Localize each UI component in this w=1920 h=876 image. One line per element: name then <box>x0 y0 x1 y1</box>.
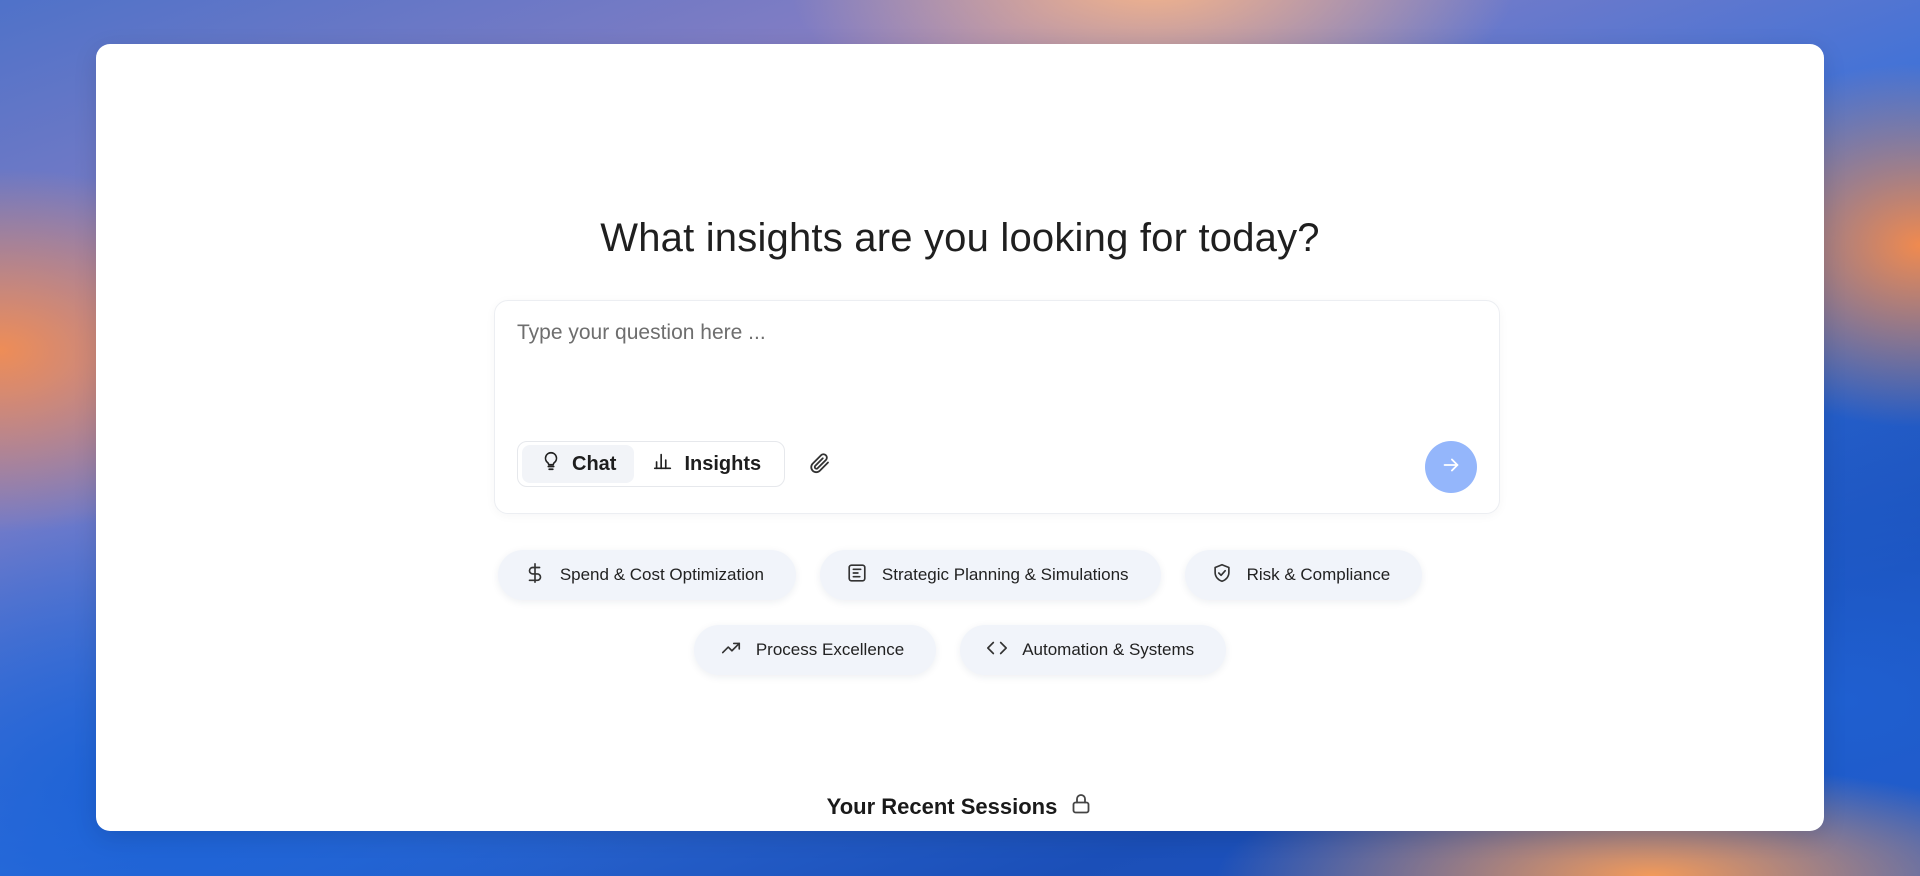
suggestion-row-2: Process Excellence Automation & Systems <box>96 625 1824 675</box>
dollar-icon <box>524 562 546 589</box>
lightbulb-icon <box>540 450 562 478</box>
page-title: What insights are you looking for today? <box>600 216 1320 260</box>
suggestion-label: Risk & Compliance <box>1246 565 1391 584</box>
shield-check-icon <box>1211 562 1233 589</box>
recent-sessions-heading: Your Recent Sessions <box>96 792 1824 822</box>
suggestion-spend-cost[interactable]: Spend & Cost Optimization <box>497 550 796 600</box>
bar-chart-icon <box>652 450 674 478</box>
suggestion-automation-systems[interactable]: Automation & Systems <box>960 625 1227 675</box>
document-chart-icon <box>846 562 868 589</box>
lock-icon <box>1069 792 1093 822</box>
suggestion-label: Strategic Planning & Simulations <box>881 565 1129 584</box>
code-icon <box>986 637 1008 664</box>
suggestion-row-1: Spend & Cost Optimization Strategic Plan… <box>96 550 1824 600</box>
suggestion-label: Automation & Systems <box>1022 640 1195 659</box>
recent-sessions-title: Your Recent Sessions <box>826 794 1058 819</box>
main-card: What insights are you looking for today?… <box>96 44 1824 831</box>
chat-mode-label: Chat <box>572 452 617 475</box>
insights-mode-label: Insights <box>684 452 762 475</box>
suggestion-process-excellence[interactable]: Process Excellence <box>693 625 937 675</box>
paperclip-icon <box>808 451 832 480</box>
suggestion-label: Process Excellence <box>755 640 905 659</box>
attach-button[interactable] <box>805 450 835 480</box>
suggestion-strategic-planning[interactable]: Strategic Planning & Simulations <box>819 550 1161 600</box>
question-composer: Chat Insights <box>494 300 1500 514</box>
question-input[interactable] <box>517 321 1457 411</box>
mode-switch: Chat Insights <box>517 441 785 487</box>
chat-mode-button[interactable]: Chat <box>522 445 635 483</box>
arrow-right-icon <box>1440 454 1462 481</box>
suggestion-label: Spend & Cost Optimization <box>559 565 764 584</box>
suggestion-risk-compliance[interactable]: Risk & Compliance <box>1184 550 1423 600</box>
send-button[interactable] <box>1425 441 1477 493</box>
trending-up-icon <box>720 637 742 664</box>
insights-mode-button[interactable]: Insights <box>634 445 779 483</box>
